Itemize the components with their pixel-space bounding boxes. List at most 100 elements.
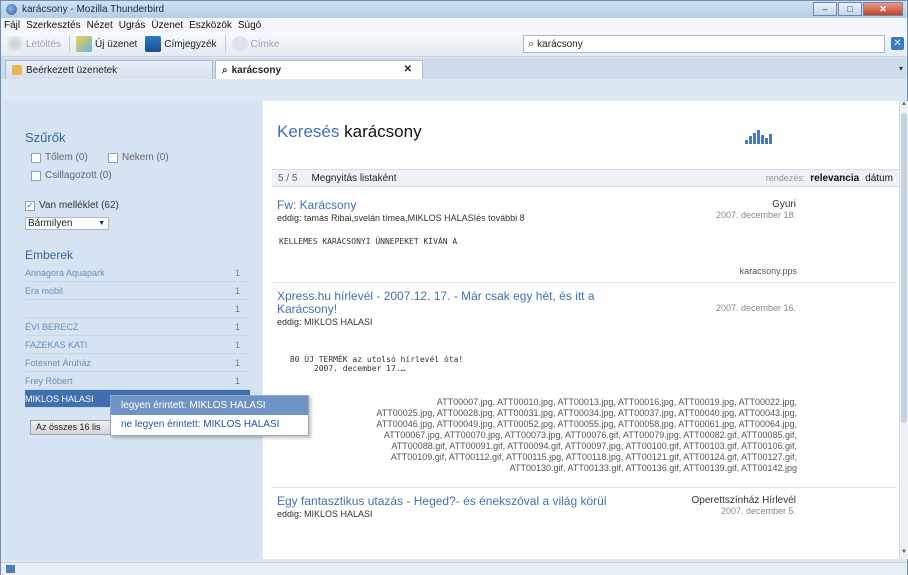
vertical-scrollbar[interactable]: ▲ ▼ [899,101,908,559]
result-sender: Operettszínház Hírlevél [691,495,797,506]
person-count: 1 [234,321,240,332]
tab-list-chevron-icon[interactable]: ▾ [899,64,903,73]
divider [272,282,897,283]
person-count: 1 [234,339,240,350]
chevron-down-icon: ▼ [98,220,105,227]
results-count: 5 / 5 [278,172,298,184]
checked-checkbox-icon: ✓ [25,200,35,211]
person-row[interactable]: Era mobil 1 [25,282,250,300]
attachment-line: ATT00109.gif, ATT00112.gif, ATT00115.jpg… [390,452,797,462]
window-controls: ‒ □ ✕ [812,2,903,16]
write-message-button[interactable]: Új üzenet [76,36,137,52]
person-row[interactable]: FAZEKAS KATI 1 [25,336,250,354]
attachment-line: ATT00088.gif, ATT00091.gif, ATT00094.gif… [391,441,797,451]
menu-edit[interactable]: Szerkesztés [26,20,80,31]
result-date: 2007. december 5. [720,506,796,516]
search-icon: ⌕ [528,37,535,50]
attachment-line: ATT00130.gif, ATT00133.gif, ATT00136.gif… [509,463,797,473]
person-count: 1 [234,285,240,296]
person-name: ÉVI BERECZ [25,321,79,332]
person-name: Era mobil [25,285,64,296]
result-sender: Gyuri [772,199,796,210]
result-from: eddig: MIKLOS HALASI [277,317,373,327]
people-list: Annagora Aquapark 1 Era mobil 1 1 ÉVI BERE… [25,264,250,408]
tab-inbox-label: Beérkezett üzenetek [26,64,118,76]
result-meta: Operettszínház Hírlevél 2007. december 5… [631,495,797,516]
person-name: MIKLOS HALASI [25,393,94,404]
get-mail-label: Letöltés [26,38,62,50]
online-status-icon[interactable] [6,565,15,573]
scrollbar-thumb[interactable] [901,113,907,423]
open-as-list-link[interactable]: Megnyitás listaként [311,173,396,184]
tab-inbox[interactable]: Beérkezett üzenetek [5,60,213,79]
has-attachment-checkbox[interactable]: ✓ Van melléklet (62) [25,200,119,211]
toolbar-separator [69,35,71,53]
person-count: 1 [234,303,240,314]
person-row[interactable]: Annagora Aquapark 1 [25,264,250,282]
search-title-prefix: Keresés [277,122,340,141]
scroll-up-icon[interactable]: ▲ [900,101,908,111]
from-me-checkbox[interactable]: Tőlem (0) [31,152,88,163]
menu-go[interactable]: Ugrás [119,20,146,31]
attachment-line: ATT00007.jpg, ATT00010.jpg, ATT00013.jpg… [436,397,797,407]
tag-button[interactable]: Címke [231,36,280,52]
result-meta: Gyuri 2007. december 18. [641,199,796,220]
title-bar[interactable]: karácsony - Mozilla Thunderbird ‒ □ ✕ [1,1,907,18]
person-name: Annagora Aquapark [25,267,105,278]
to-me-checkbox[interactable]: Nekem (0) [108,152,169,163]
menu-view[interactable]: Nézet [87,20,113,31]
address-book-button[interactable]: Címjegyzék [145,36,217,52]
thunderbird-app-icon [6,4,17,15]
tab-close-icon[interactable]: ✕ [404,64,412,75]
menu-message[interactable]: Üzenet [151,20,183,31]
result-date: 2007. december 18. [715,210,796,220]
close-search-icon[interactable]: ✕ [891,37,904,50]
search-title-term: karácsony [344,122,422,141]
maximize-button[interactable]: □ [838,2,862,16]
results-header: 5 / 5 Megnyitás listaként rendezés: rele… [272,169,899,187]
person-row[interactable]: 1 [25,300,250,318]
timeline-chart-icon[interactable] [745,130,775,144]
tag-label: Címke [250,38,280,50]
get-mail-button[interactable]: Letöltés [7,36,61,52]
result-attachments[interactable]: ATT00007.jpg, ATT00010.jpg, ATT00013.jpg… [277,397,797,474]
tab-search-results[interactable]: ⌕ karácsony ✕ [215,60,423,79]
result-snippet: KELLEMES KARÁCSONYI ÜNNEPEKET KÍVÁN A [279,237,458,246]
starred-checkbox[interactable]: Csillagozott (0) [31,170,112,181]
address-book-label: Címjegyzék [164,38,217,50]
filters-heading: Szűrők [25,130,66,145]
person-row[interactable]: Frey Róbert 1 [25,372,250,390]
checkbox-icon [31,170,41,181]
minimize-button[interactable]: ‒ [813,2,837,16]
search-input-value: karácsony [537,38,583,50]
result-snippet: 80 ÚJ TERMÉK az utolsó hírlevél óta! 200… [289,355,464,373]
scroll-down-icon[interactable]: ▼ [900,549,908,559]
menu-help[interactable]: Súgó [238,20,261,31]
show-all-people-button[interactable]: Az összes 16 lis [30,420,114,435]
checkbox-icon [31,152,41,163]
person-count: 1 [234,357,240,368]
menu-file[interactable]: Fájl [4,20,20,31]
has-attachment-label: Van melléklet (62) [39,200,119,211]
attachment-line: ATT00067.jpg, ATT00070.jpg, ATT00073.jpg… [383,430,797,440]
write-message-label: Új üzenet [95,38,138,50]
search-input[interactable]: ⌕ karácsony [523,35,885,53]
attachment-type-value: Bármilyen [28,218,73,229]
result-attachment[interactable]: karacsony.pps [277,266,797,277]
result-subject[interactable]: Xpress.hu hírlevél - 2007.12. 17. - Már … [277,290,797,303]
sort-relevance-link[interactable]: relevancia [810,173,859,184]
person-count: 1 [234,267,240,278]
menu-tools[interactable]: Eszközök [189,20,232,31]
close-window-button[interactable]: ✕ [863,2,903,16]
status-bar [1,562,907,575]
result-date: 2007. december 16. [715,303,796,313]
search-tab-icon: ⌕ [222,64,228,76]
attachment-type-select[interactable]: Bármilyen ▼ [25,217,109,230]
sort-date-link[interactable]: dátum [865,173,893,184]
person-row[interactable]: Fotexnet Áruház 1 [25,354,250,372]
sort-label: rendezés: [765,172,806,183]
people-heading: Emberek [25,248,74,262]
person-count: 1 [234,375,240,386]
result-meta: 2007. december 16. [641,303,796,313]
person-row[interactable]: ÉVI BERECZ 1 [25,318,250,336]
